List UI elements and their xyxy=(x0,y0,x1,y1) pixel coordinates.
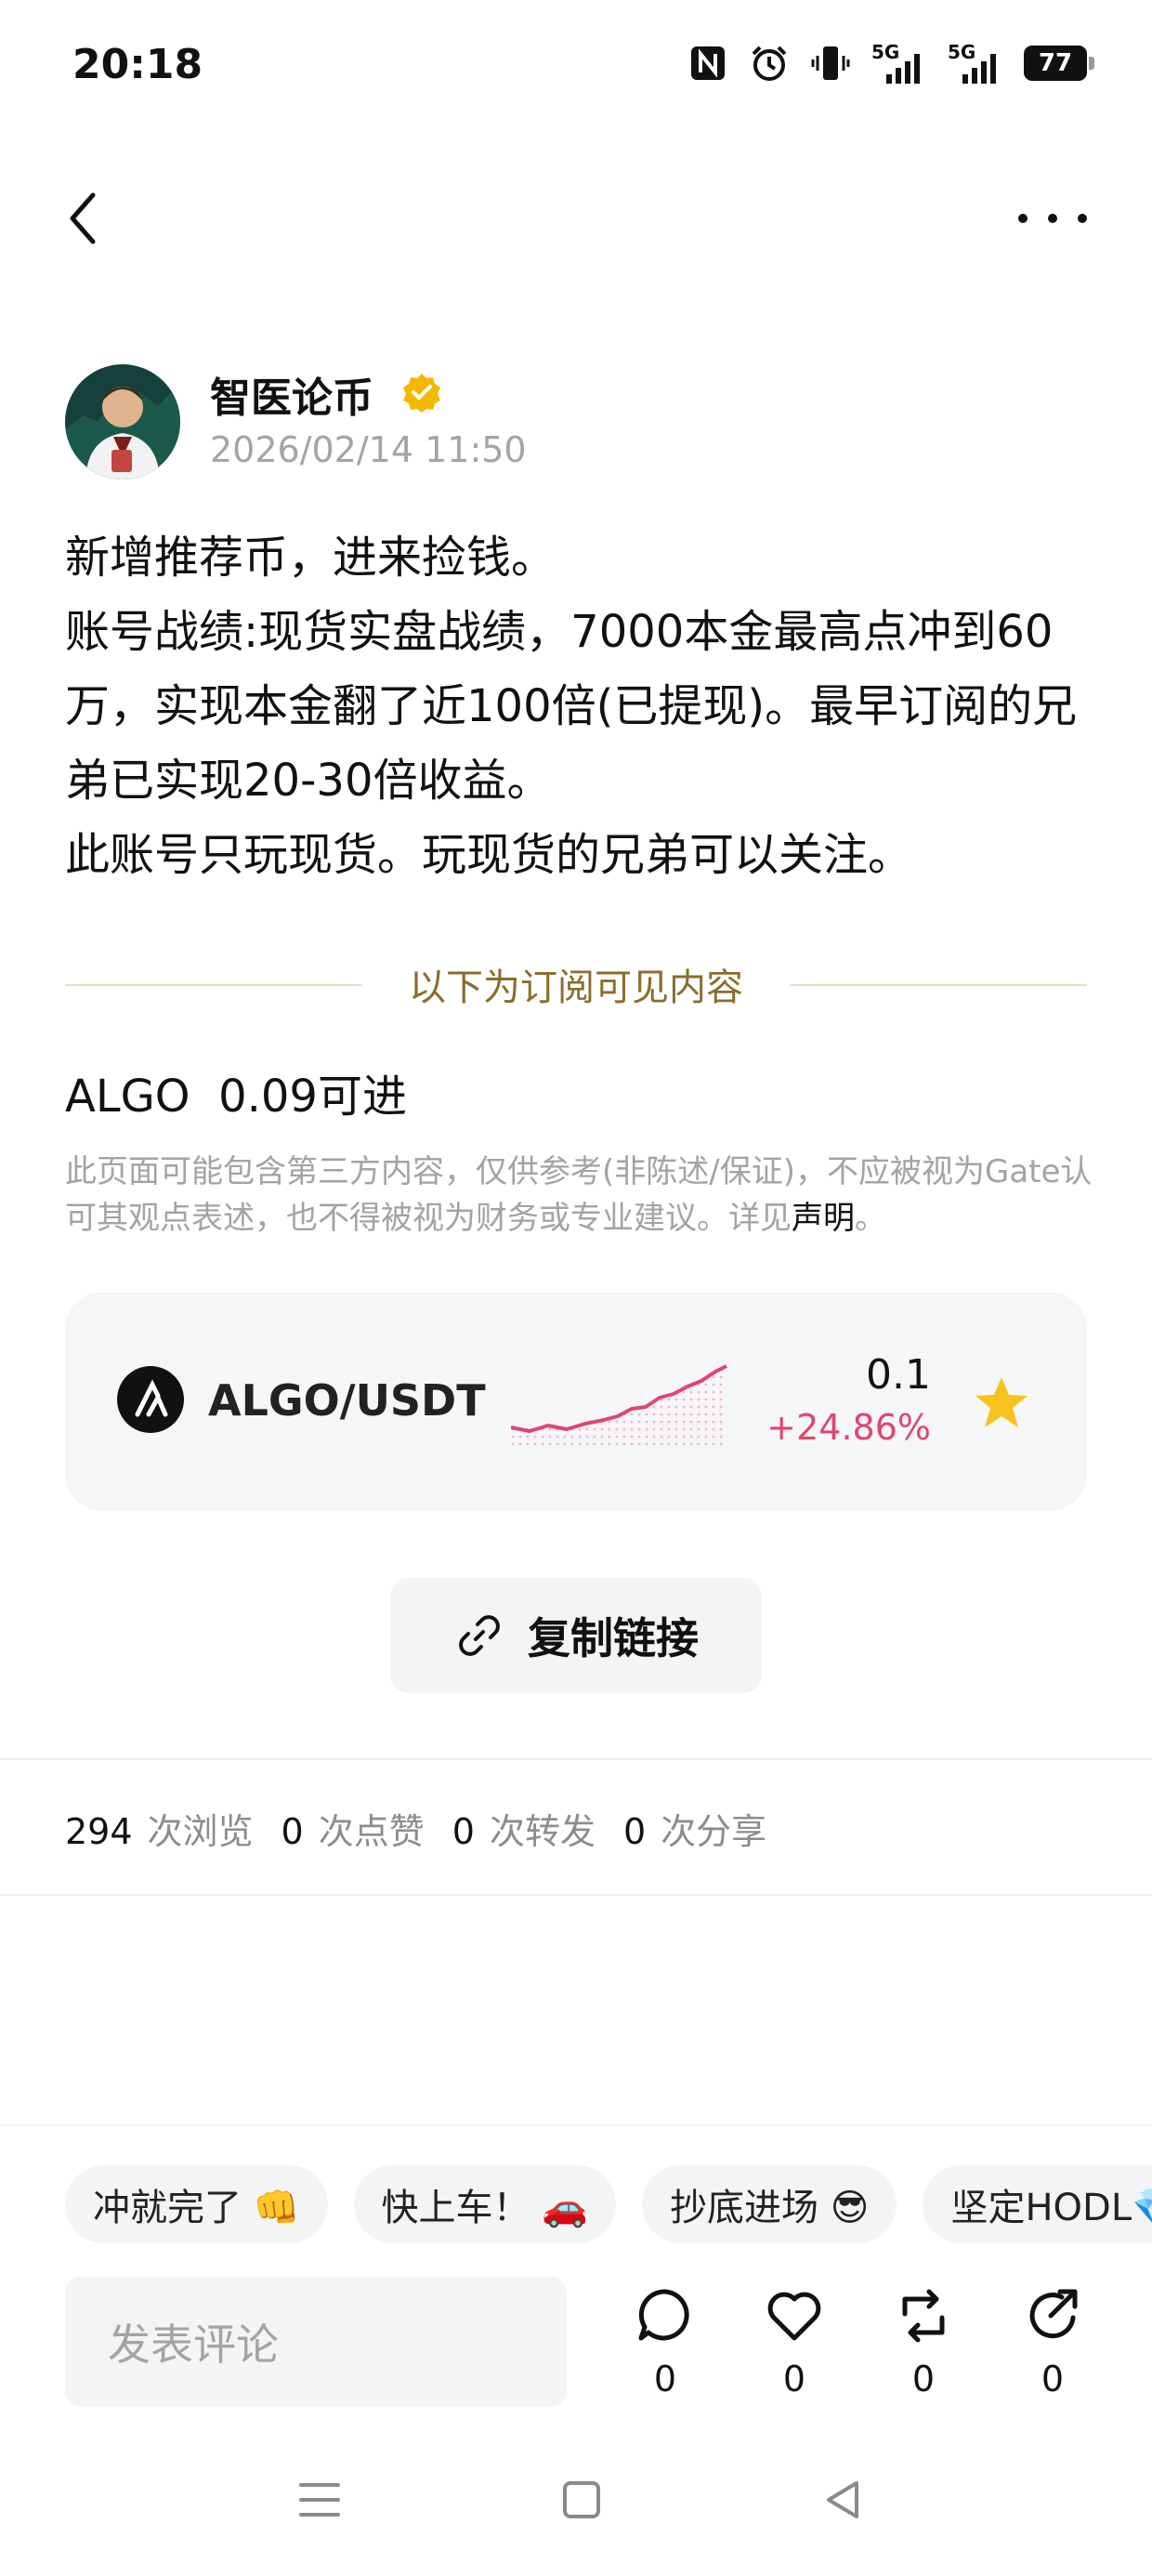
reposts-label: 次转发 xyxy=(489,1811,596,1852)
back-triangle-icon[interactable] xyxy=(816,2472,871,2528)
views-count: 294 xyxy=(65,1811,133,1852)
repost-count: 0 xyxy=(911,2359,936,2399)
ticker-card[interactable]: ALGO/USDT 0.1 +24.86% xyxy=(65,1292,1087,1511)
ticker-pair: ALGO/USDT xyxy=(208,1375,486,1426)
algo-logo-icon xyxy=(117,1366,184,1433)
post-paragraph: 新增推荐币，进来捡钱。 xyxy=(65,532,556,584)
battery-indicator: 77 xyxy=(1024,46,1094,81)
status-time: 20:18 xyxy=(72,41,203,88)
separator xyxy=(0,1894,1152,1896)
status-icons: 5G 5G 77 xyxy=(687,43,1094,84)
reposts-count: 0 xyxy=(452,1811,475,1852)
sparkline-chart xyxy=(510,1353,734,1446)
more-button[interactable] xyxy=(1018,195,1087,242)
quick-reply-chip[interactable]: 坚定HODL💎 xyxy=(923,2165,1152,2243)
quick-reply-chip[interactable]: 抄底进场 😎 xyxy=(642,2165,897,2243)
share-count: 0 xyxy=(1041,2359,1065,2399)
share-icon xyxy=(1029,2289,1078,2339)
signal-5g-icon: 5G xyxy=(948,43,1003,84)
copy-link-button[interactable]: 复制链接 xyxy=(390,1578,762,1693)
disclaimer-text: 此页面可能包含第三方内容，仅供参考(非陈述/保证)，不应被视为Gate认可其观点… xyxy=(65,1153,1093,1237)
quick-reply-chip[interactable]: 冲就完了 👊 xyxy=(65,2165,328,2243)
like-count: 0 xyxy=(782,2359,806,2399)
post-content: 新增推荐币，进来捡钱。 账号战绩:现货实盘战绩，7000本金最高点冲到60万，实… xyxy=(65,520,1096,892)
ticker-price: 0.1 xyxy=(866,1351,931,1399)
nfc-icon xyxy=(687,43,728,84)
verified-badge-icon xyxy=(401,372,442,413)
signal-5g-icon: 5G xyxy=(871,43,927,84)
repost-icon xyxy=(902,2289,945,2343)
quick-reply-chips: 冲就完了 👊 快上车！ 🚗 抄底进场 😎 坚定HODL💎 xyxy=(65,2165,1152,2243)
menu-icon[interactable] xyxy=(292,2472,347,2528)
heart-icon xyxy=(767,2292,821,2341)
algo-recommendation: ALGO 0.09可进 xyxy=(65,1071,407,1123)
disclaimer-end: 。 xyxy=(855,1200,886,1237)
shares-label: 次分享 xyxy=(661,1811,767,1852)
views-label: 次浏览 xyxy=(147,1811,254,1852)
share-button[interactable]: 0 xyxy=(1015,2286,1090,2399)
disclaimer: 此页面可能包含第三方内容，仅供参考(非陈述/保证)，不应被视为Gate认可其观点… xyxy=(65,1149,1096,1242)
post-paragraph: 此账号只玩现货。玩现货的兄弟可以关注。 xyxy=(65,829,913,881)
post-stats: 294 次浏览 0 次点赞 0 次转发 0 次分享 xyxy=(65,1803,794,1854)
likes-label: 次点赞 xyxy=(318,1811,425,1852)
vibrate-icon xyxy=(810,43,851,84)
comment-input[interactable]: 发表评论 xyxy=(65,2277,567,2407)
home-icon[interactable] xyxy=(554,2472,609,2528)
copy-link-label: 复制链接 xyxy=(528,1613,699,1663)
subscriber-content-divider: 以下为订阅可见内容 xyxy=(409,966,743,1009)
more-horizontal-icon xyxy=(1018,214,1028,223)
shares-count: 0 xyxy=(622,1811,647,1852)
separator xyxy=(0,2124,1152,2126)
alarm-icon xyxy=(749,43,790,84)
repost-button[interactable]: 0 xyxy=(886,2286,961,2399)
chevron-left-icon xyxy=(70,192,96,244)
link-icon xyxy=(459,1615,500,1656)
post-paragraph: 账号战绩:现货实盘战绩，7000本金最高点冲到60万，实现本金翻了近100倍(已… xyxy=(65,606,1078,807)
likes-count: 0 xyxy=(281,1811,304,1852)
post-timestamp: 2026/02/14 11:50 xyxy=(210,429,527,470)
quick-reply-chip[interactable]: 快上车！ 🚗 xyxy=(353,2165,617,2243)
back-button[interactable] xyxy=(58,186,110,251)
comment-button[interactable]: 0 xyxy=(628,2286,702,2399)
star-icon[interactable] xyxy=(972,1373,1031,1433)
author-name[interactable]: 智医论币 xyxy=(210,364,373,424)
comment-count: 0 xyxy=(653,2359,677,2399)
like-button[interactable]: 0 xyxy=(757,2286,831,2399)
comment-icon xyxy=(638,2289,689,2341)
avatar[interactable] xyxy=(65,364,180,480)
disclaimer-link[interactable]: 声明 xyxy=(792,1200,855,1237)
separator xyxy=(0,1758,1152,1760)
ticker-change: +24.86% xyxy=(766,1407,931,1448)
